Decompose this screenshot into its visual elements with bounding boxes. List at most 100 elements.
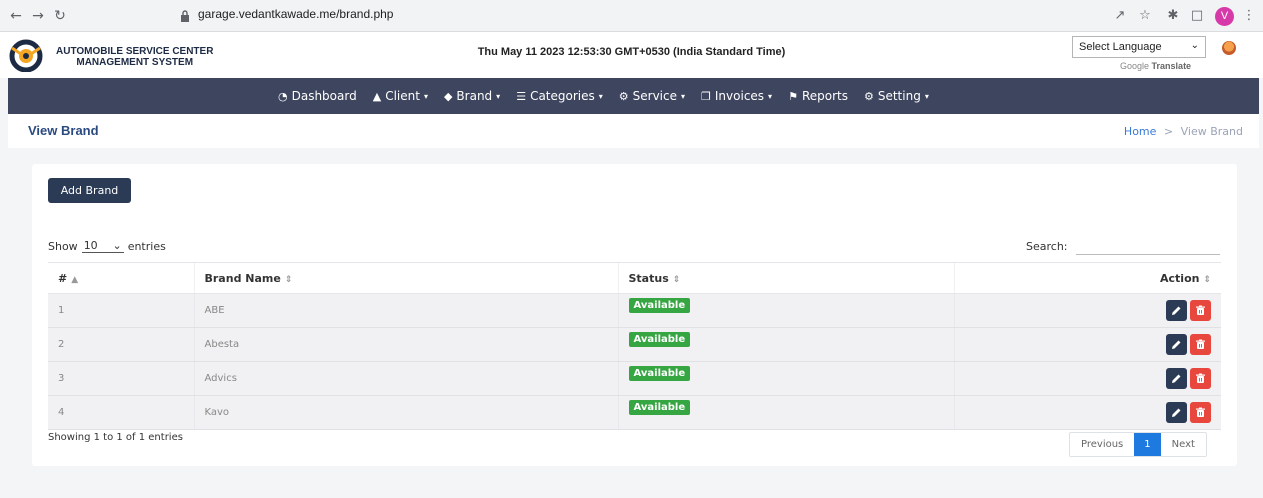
delete-button[interactable] xyxy=(1190,300,1211,321)
sort-asc-icon: ▲ xyxy=(71,274,79,285)
nav-item-dashboard[interactable]: ◔ Dashboard xyxy=(278,89,357,103)
lock-icon xyxy=(181,10,189,22)
google-translate-label: Google Translate xyxy=(1120,61,1192,71)
table-row: 2 Abesta Available xyxy=(48,327,1221,362)
cell-brand-name: Kavo xyxy=(193,395,618,430)
nav-item-label: Reports xyxy=(801,89,848,103)
nav-item-brand[interactable]: ◆ Brand ▾ xyxy=(444,89,500,103)
user-avatar[interactable] xyxy=(1222,41,1236,55)
delete-button[interactable] xyxy=(1190,368,1211,389)
breadcrumb: Home > View Brand xyxy=(1124,125,1243,138)
bookmark-star-icon[interactable]: ☆ xyxy=(1136,7,1154,25)
nav-item-label: Brand xyxy=(456,89,493,103)
pagination-previous[interactable]: Previous xyxy=(1070,433,1134,456)
chevron-down-icon: ⌄ xyxy=(112,239,122,252)
cell-action xyxy=(953,361,1221,396)
entries-label: entries xyxy=(127,239,166,253)
nav-item-label: Setting xyxy=(877,89,921,103)
page-header-bar: View Brand Home > View Brand xyxy=(8,114,1259,148)
profile-avatar[interactable]: V xyxy=(1215,7,1234,26)
search-input[interactable] xyxy=(1076,237,1220,255)
cell-status: Available xyxy=(617,293,954,328)
sidepanel-icon[interactable]: □ xyxy=(1188,7,1206,25)
address-bar[interactable]: garage.vedantkawade.me/brand.php xyxy=(88,3,393,25)
breadcrumb-home[interactable]: Home xyxy=(1124,125,1156,138)
cell-brand-name: Abesta xyxy=(193,327,618,362)
nav-item-label: Dashboard xyxy=(291,89,357,103)
status-badge: Available xyxy=(628,332,691,347)
entries-length-control: Show 10 ⌄ entries xyxy=(48,239,166,253)
nav-item-reports[interactable]: ⚑ Reports xyxy=(788,89,848,103)
edit-button[interactable] xyxy=(1166,334,1187,355)
cell-action xyxy=(953,327,1221,362)
entries-select[interactable]: 10 ⌄ xyxy=(81,239,124,253)
caret-down-icon: ▾ xyxy=(496,91,501,101)
forward-icon[interactable]: → xyxy=(28,6,48,26)
copy-icon: ❐ xyxy=(701,89,711,103)
pagination-page-1[interactable]: 1 xyxy=(1134,433,1161,456)
column-header-number[interactable]: # ▲ xyxy=(48,262,194,294)
chevron-down-icon: ⌄ xyxy=(1190,40,1199,51)
pagination-next[interactable]: Next xyxy=(1161,433,1206,456)
show-label: Show xyxy=(48,239,78,253)
dashboard-icon: ◔ xyxy=(278,89,288,103)
back-icon[interactable]: ← xyxy=(6,6,26,26)
tag-icon: ◆ xyxy=(443,89,453,103)
breadcrumb-separator: > xyxy=(1163,125,1174,138)
nav-item-label: Client xyxy=(385,89,420,103)
cell-action xyxy=(953,293,1221,328)
delete-button[interactable] xyxy=(1190,334,1211,355)
cell-status: Available xyxy=(617,361,954,396)
delete-button[interactable] xyxy=(1190,402,1211,423)
sort-icon: ⇕ xyxy=(672,274,681,285)
add-brand-button[interactable]: Add Brand xyxy=(48,178,131,203)
menu-icon[interactable]: ⋮ xyxy=(1240,7,1258,25)
nav-item-service[interactable]: ⚙ Service ▾ xyxy=(619,89,685,103)
flag-icon: ⚑ xyxy=(788,89,798,103)
list-icon: ☰ xyxy=(516,89,527,103)
sort-icon: ⇕ xyxy=(284,274,293,285)
page-title: View Brand xyxy=(28,123,99,138)
column-header-brand-name[interactable]: Brand Name ⇕ xyxy=(193,262,618,294)
brand-card: Add Brand Show 10 ⌄ entries Search: # ▲ Br… xyxy=(32,164,1237,466)
search-label: Search: xyxy=(1026,240,1068,253)
cell-action xyxy=(953,395,1221,430)
main-nav: ◔ Dashboard ▲ Client ▾ ◆ Brand ▾ ☰ Categories ▾ ⚙ Se… xyxy=(8,78,1259,114)
cell-number: 1 xyxy=(48,293,194,328)
language-select[interactable]: Select Language ⌄ xyxy=(1072,36,1206,58)
caret-down-icon: ▾ xyxy=(768,91,773,101)
table-row: 3 Advics Available xyxy=(48,361,1221,396)
nav-item-client[interactable]: ▲ Client ▾ xyxy=(373,89,428,103)
cell-status: Available xyxy=(617,327,954,362)
share-icon[interactable]: ↗ xyxy=(1111,7,1129,25)
caret-down-icon: ▾ xyxy=(681,91,686,101)
edit-button[interactable] xyxy=(1166,300,1187,321)
cell-number: 2 xyxy=(48,327,194,362)
edit-button[interactable] xyxy=(1166,402,1187,423)
pagination: Previous 1 Next xyxy=(1069,432,1207,457)
table-header-row: # ▲ Brand Name ⇕ Status ⇕ Action ⇕ xyxy=(48,262,1221,294)
sort-icon: ⇕ xyxy=(1203,274,1211,285)
cell-brand-name: Advics xyxy=(193,361,618,396)
cell-status: Available xyxy=(617,395,954,430)
nav-item-label: Categories xyxy=(530,89,595,103)
extensions-icon[interactable]: ✱ xyxy=(1164,7,1182,25)
brand-table: # ▲ Brand Name ⇕ Status ⇕ Action ⇕ 1 ABE Avail… xyxy=(48,262,1221,430)
table-row: 4 Kavo Available xyxy=(48,395,1221,430)
cell-brand-name: ABE xyxy=(193,293,618,328)
nav-item-invoices[interactable]: ❐ Invoices ▾ xyxy=(701,89,772,103)
app-header: AUTOMOBILE SERVICE CENTER MANAGEMENT SYS… xyxy=(0,32,1263,78)
nav-item-setting[interactable]: ⚙ Setting ▾ xyxy=(864,89,929,103)
caret-down-icon: ▾ xyxy=(598,91,603,101)
column-header-action[interactable]: Action ⇕ xyxy=(953,262,1221,294)
edit-button[interactable] xyxy=(1166,368,1187,389)
caret-down-icon: ▾ xyxy=(924,91,929,101)
reload-icon[interactable]: ↻ xyxy=(50,6,70,26)
status-badge: Available xyxy=(628,400,691,415)
nav-item-categories[interactable]: ☰ Categories ▾ xyxy=(516,89,603,103)
cogs-icon: ⚙ xyxy=(618,89,629,103)
user-icon: ▲ xyxy=(372,89,382,103)
gear-icon: ⚙ xyxy=(863,89,874,103)
column-header-status[interactable]: Status ⇕ xyxy=(617,262,954,294)
table-row: 1 ABE Available xyxy=(48,293,1221,328)
